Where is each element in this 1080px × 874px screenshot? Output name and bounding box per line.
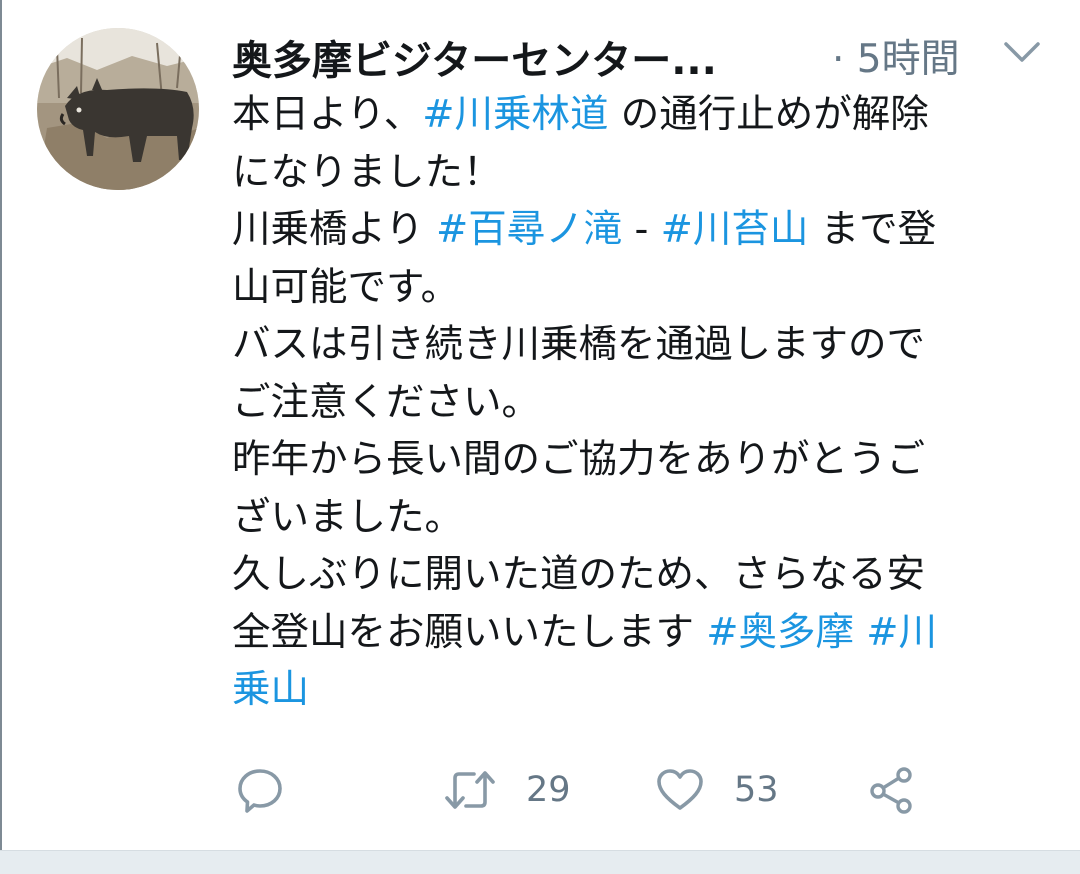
retweet-icon	[444, 768, 496, 812]
tweet-text-segment: 久しぶりに開いた道のため、さらなる安	[232, 552, 926, 597]
hashtag-link[interactable]: #川	[866, 610, 937, 655]
tweet-text-line: 乗山	[232, 661, 1052, 719]
share-button[interactable]	[868, 762, 916, 818]
tweet-text-line: 山可能です。	[232, 259, 1052, 317]
tweet-text-line: になりました！	[232, 144, 1052, 202]
hashtag-link[interactable]: #川苔山	[661, 207, 809, 252]
hashtag-link[interactable]: #川乗林道	[422, 92, 608, 137]
tweet-text-line: ざいました。	[232, 489, 1052, 547]
tweet-text-line: ご注意ください。	[232, 374, 1052, 432]
tweet-header: 奥多摩ビジターセンター... · 5時間	[232, 24, 1052, 84]
reply-button[interactable]	[236, 762, 284, 818]
tweet-text-segment	[854, 610, 866, 655]
tweet-actions: 29 53	[232, 762, 1052, 818]
timestamp[interactable]: · 5時間	[832, 28, 960, 84]
tweet-text-segment: 川乗橋より	[232, 207, 436, 252]
tweet-text-segment: まで登	[808, 207, 937, 252]
tweet-text-segment: 昨年から長い間のご協力をありがとうご	[232, 437, 926, 482]
retweet-button[interactable]: 29	[444, 762, 571, 818]
tweet-text-segment: -	[622, 207, 661, 252]
hashtag-link[interactable]: 乗山	[232, 667, 309, 712]
chevron-down-icon[interactable]	[1002, 38, 1042, 64]
tweet-text-segment: ざいました。	[232, 494, 464, 540]
tweet-text-segment: バスは引き続き川乗橋を通過しますので	[232, 322, 926, 367]
tweet-text-segment: になりました！	[232, 149, 502, 195]
tweet-text-segment: 本日より、	[232, 92, 423, 137]
display-name[interactable]: 奥多摩ビジターセンター...	[232, 28, 717, 86]
timeline-divider	[0, 850, 1080, 874]
tweet-text-line: 本日より、#川乗林道 の通行止めが解除	[232, 86, 1052, 144]
avatar-image	[37, 28, 199, 190]
share-icon	[868, 766, 916, 814]
hashtag-link[interactable]: #百尋ノ滝	[436, 207, 622, 252]
tweet-text-line: バスは引き続き川乗橋を通過しますので	[232, 316, 1052, 374]
retweet-count: 29	[526, 770, 571, 810]
like-count: 53	[734, 770, 779, 810]
tweet-text-line: 川乗橋より #百尋ノ滝 - #川苔山 まで登	[232, 201, 1052, 259]
tweet-text-line: 全登山をお願いいたします #奥多摩 #川	[232, 604, 1052, 662]
tweet-text: 本日より、#川乗林道 の通行止めが解除になりました！ 川乗橋より #百尋ノ滝 - …	[232, 86, 1052, 719]
tweet-text-segment: ご注意ください。	[232, 379, 541, 425]
heart-icon	[656, 768, 704, 812]
avatar[interactable]	[37, 28, 199, 190]
tweet[interactable]: 奥多摩ビジターセンター... · 5時間 本日より、#川乗林道 の通行止めが解除…	[0, 0, 1080, 850]
tweet-text-segment: の通行止めが解除	[608, 92, 929, 137]
tweet-text-segment: 山可能です。	[232, 264, 460, 310]
tweet-text-line: 久しぶりに開いた道のため、さらなる安	[232, 546, 1052, 604]
reply-icon	[236, 766, 284, 814]
like-button[interactable]: 53	[656, 762, 779, 818]
hashtag-link[interactable]: #奥多摩	[706, 610, 854, 655]
tweet-text-segment: 全登山をお願いいたします	[232, 609, 707, 655]
tweet-text-line: 昨年から長い間のご協力をありがとうご	[232, 431, 1052, 489]
